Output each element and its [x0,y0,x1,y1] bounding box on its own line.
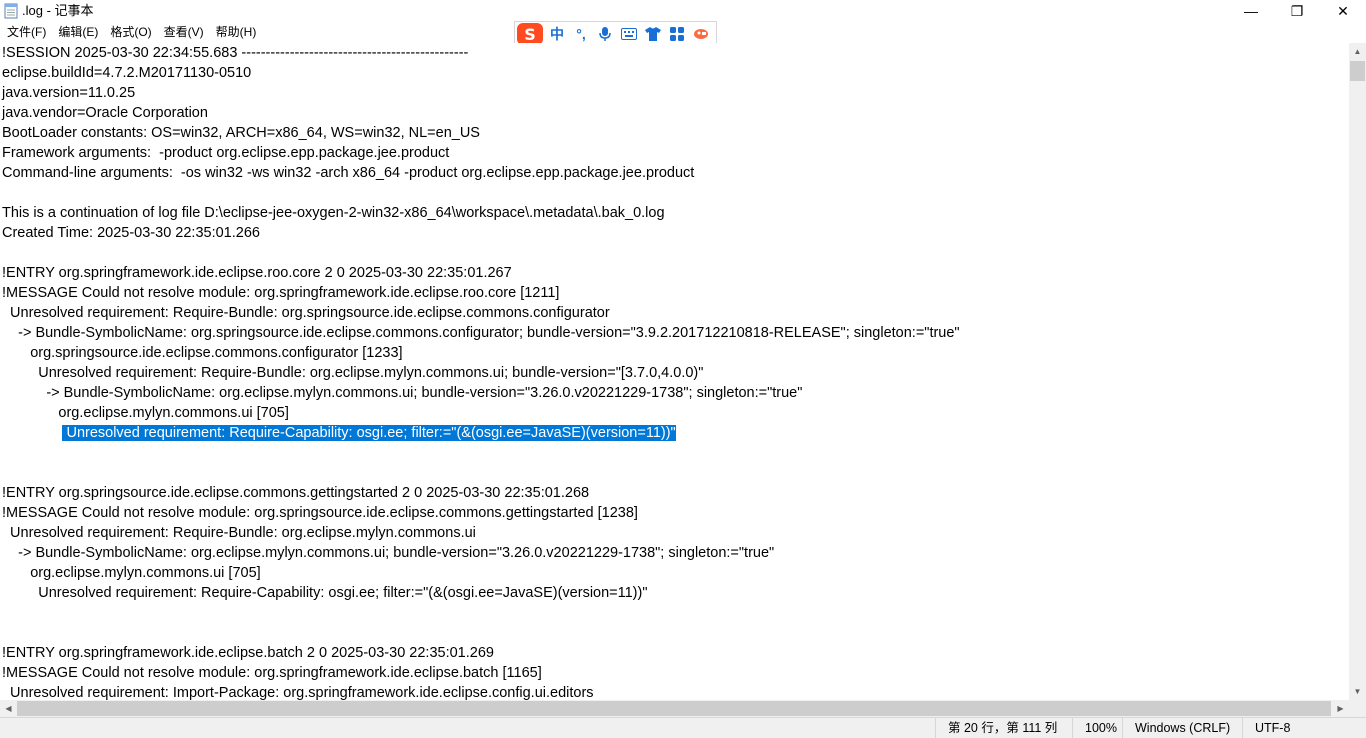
selection-indent [2,425,62,441]
editor-line[interactable]: org.eclipse.mylyn.commons.ui [705] [0,403,1349,423]
editor-line[interactable]: org.eclipse.mylyn.commons.ui [705] [0,563,1349,583]
svg-text:S: S [524,25,536,44]
scroll-right-icon[interactable]: ▶ [1332,700,1349,717]
maximize-icon: ❐ [1290,2,1304,19]
zoom-level: 100% [1072,718,1122,738]
vertical-scroll-thumb[interactable] [1350,61,1365,81]
editor-line[interactable] [0,463,1349,483]
scroll-up-icon[interactable]: ▲ [1349,43,1366,60]
minimize-icon: — [1244,3,1258,19]
scroll-down-icon[interactable]: ▼ [1349,683,1366,700]
vertical-scrollbar[interactable]: ▲ ▼ [1349,43,1366,700]
status-bar: 第 20 行，第 111 列 100% Windows (CRLF) UTF-8 [0,717,1366,738]
minimize-button[interactable]: — [1228,0,1274,22]
editor-line[interactable]: !MESSAGE Could not resolve module: org.s… [0,283,1349,303]
menu-file[interactable]: 文件(F) [0,22,52,43]
encoding: UTF-8 [1242,718,1366,738]
menu-format[interactable]: 格式(O) [104,22,157,43]
line-ending: Windows (CRLF) [1122,718,1242,738]
horizontal-scrollbar[interactable]: ◀ ▶ [0,700,1349,717]
editor-line[interactable] [0,603,1349,623]
editor-line[interactable]: -> Bundle-SymbolicName: org.eclipse.myly… [0,543,1349,563]
editor-line[interactable]: org.springsource.ide.eclipse.commons.con… [0,343,1349,363]
editor-line[interactable] [0,623,1349,643]
horizontal-scroll-thumb[interactable] [17,701,1331,716]
editor-line[interactable]: !MESSAGE Could not resolve module: org.s… [0,503,1349,523]
editor-line[interactable]: Unresolved requirement: Require-Capabili… [0,583,1349,603]
title-bar: .log - 记事本 — ❐ ✕ [0,0,1366,22]
editor-line[interactable]: Unresolved requirement: Require-Bundle: … [0,363,1349,383]
close-button[interactable]: ✕ [1320,0,1366,22]
menu-edit[interactable]: 编辑(E) [52,22,104,43]
editor-line[interactable]: Command-line arguments: -os win32 -ws wi… [0,163,1349,183]
editor-line[interactable]: !ENTRY org.springframework.ide.eclipse.b… [0,643,1349,663]
editor-line[interactable]: Framework arguments: -product org.eclips… [0,143,1349,163]
editor-line[interactable]: -> Bundle-SymbolicName: org.springsource… [0,323,1349,343]
menu-help[interactable]: 帮助(H) [210,22,263,43]
editor-line[interactable]: This is a continuation of log file D:\ec… [0,203,1349,223]
editor-line[interactable]: !ENTRY org.springframework.ide.eclipse.r… [0,263,1349,283]
editor-line[interactable] [0,183,1349,203]
editor-line[interactable]: Unresolved requirement: Require-Capabili… [0,423,1349,443]
menu-view[interactable]: 查看(V) [158,22,210,43]
editor-line[interactable] [0,243,1349,263]
scroll-left-icon[interactable]: ◀ [0,700,17,717]
maximize-button[interactable]: ❐ [1274,0,1320,22]
notepad-icon [4,3,18,19]
editor-line[interactable]: BootLoader constants: OS=win32, ARCH=x86… [0,123,1349,143]
ime-mode-label: 中 [550,26,564,42]
editor-line[interactable]: Unresolved requirement: Import-Package: … [0,683,1349,700]
editor-line[interactable]: Created Time: 2025-03-30 22:35:01.266 [0,223,1349,243]
editor-line[interactable]: !ENTRY org.springsource.ide.eclipse.comm… [0,483,1349,503]
editor-line[interactable]: eclipse.buildId=4.7.2.M20171130-0510 [0,63,1349,83]
close-icon: ✕ [1337,2,1349,19]
editor-line[interactable]: !MESSAGE Could not resolve module: org.s… [0,663,1349,683]
editor-line[interactable]: Unresolved requirement: Require-Bundle: … [0,523,1349,543]
scrollbar-corner [1349,700,1366,717]
cursor-position: 第 20 行，第 111 列 [935,718,1072,738]
editor-line[interactable]: java.version=11.0.25 [0,83,1349,103]
editor-line[interactable] [0,443,1349,463]
editor-line[interactable]: Unresolved requirement: Require-Bundle: … [0,303,1349,323]
text-editor[interactable]: !SESSION 2025-03-30 22:34:55.683 -------… [0,43,1349,700]
ime-punct-label: °, [576,26,586,42]
editor-line[interactable]: -> Bundle-SymbolicName: org.eclipse.myly… [0,383,1349,403]
text-selection[interactable]: Unresolved requirement: Require-Capabili… [62,425,676,441]
editor-line[interactable]: !SESSION 2025-03-30 22:34:55.683 -------… [0,43,1349,63]
window-title: .log - 记事本 [22,3,94,18]
editor-line[interactable]: java.vendor=Oracle Corporation [0,103,1349,123]
